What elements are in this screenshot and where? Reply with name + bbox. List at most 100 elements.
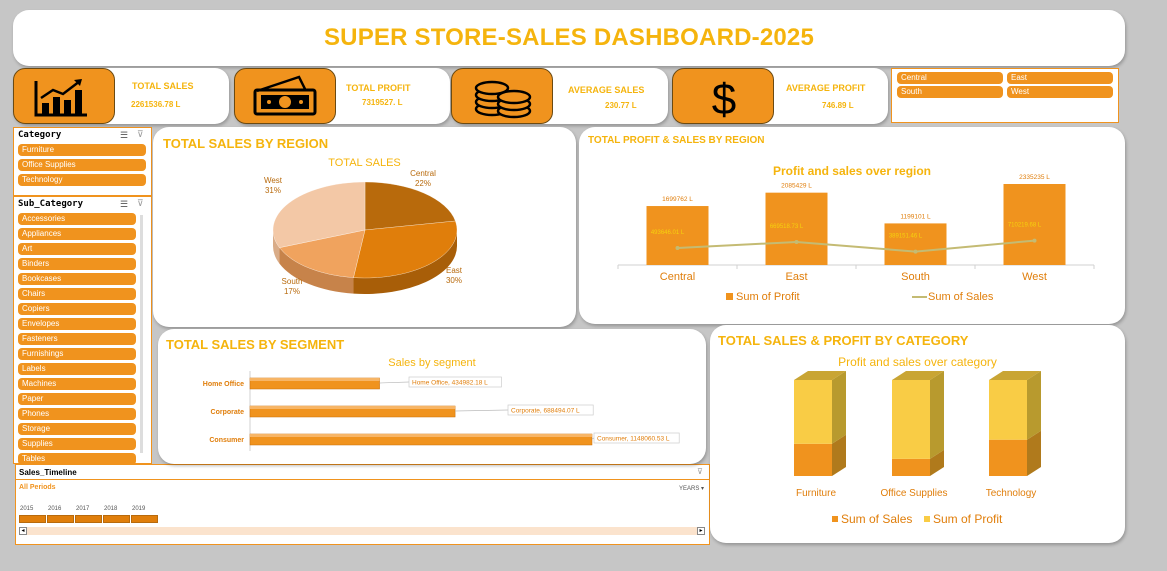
region-bar-chart: 1699762 L Central 2085429 L East 1199101 L So… [617,174,1095,303]
svg-text:$: $ [712,75,736,124]
kpi-total-sales: TOTAL SALES 2261536.78 L [13,68,229,124]
timeline-year-bar[interactable] [47,515,74,523]
slicer-header: Category [18,130,62,140]
subcategory-option[interactable]: Phones [18,408,136,420]
timeline-year-bar[interactable] [103,515,130,523]
subcategory-option[interactable]: Machines [18,378,136,390]
segment-bar-highlight [250,378,380,381]
profit-bar [884,223,947,265]
region-option-central[interactable]: Central [897,72,1003,84]
subcategory-option[interactable]: Storage [18,423,136,435]
column-profit [892,380,930,459]
scroll-left-icon[interactable]: ◂ [19,527,27,535]
kpi-label: AVERAGE SALES [568,85,645,95]
region-pie-panel: TOTAL SALES BY REGION TOTAL SALES Centra… [153,127,576,327]
subcategory-option[interactable]: Paper [18,393,136,405]
subcategory-option[interactable]: Supplies [18,438,136,450]
subcategory-option[interactable]: Tables [18,453,136,463]
subcategory-option[interactable]: Fasteners [18,333,136,345]
legend-label-sales: Sum of Sales [928,291,994,303]
timeline-year-label: 2017 [76,506,90,512]
subcategory-option[interactable]: Chairs [18,288,136,300]
timeline-year-bar[interactable] [131,515,158,523]
y-tick-label: Corporate [211,409,245,416]
subcategory-option[interactable]: Furnishings [18,348,136,360]
category-column-chart: Furniture Office Supplies Technology Sum of… [794,371,1041,526]
multi-select-icon[interactable]: ☰ [120,130,128,141]
dollar-icon: $ [672,68,774,124]
legend-swatch-profit [726,293,733,300]
column-side-profit [930,371,944,459]
multi-select-icon[interactable]: ☰ [120,199,128,210]
bar-data-label: 2335235 L [1019,174,1050,181]
pie-label-name: West [264,176,283,185]
category-option[interactable]: Technology [18,174,146,186]
clear-filter-icon[interactable]: ⊽ [137,129,144,140]
data-label: Consumer, 1148060.53 L [597,436,670,443]
scroll-right-icon[interactable]: ▸ [697,527,705,535]
line-data-label: 493646.01 L [651,230,685,236]
slicer-scrollbar[interactable] [140,215,143,453]
cash-icon [234,68,336,124]
subcategory-option[interactable]: Art [18,243,136,255]
timeline-scrollbar[interactable] [19,527,705,535]
column-sales [989,439,1027,476]
slicer-header: Sub_Category [18,199,84,209]
x-tick-label: East [785,271,807,283]
subcategory-option[interactable]: Accessories [18,213,136,225]
timeline-periods-label: All Periods [19,484,56,491]
region-option-south[interactable]: South [897,86,1003,98]
timeline-year-label: 2019 [132,506,146,512]
kpi-label: AVERAGE PROFIT [786,83,866,93]
column-profit [794,380,832,444]
subcategory-option[interactable]: Bookcases [18,273,136,285]
subcategory-option[interactable]: Appliances [18,228,136,240]
timeline-year-bar[interactable] [19,515,46,523]
pie-chart: Central22% East30% South17% West31% [264,169,463,296]
region-option-east[interactable]: East [1007,72,1113,84]
bar-chart-icon [13,68,115,124]
leader-line [379,381,410,384]
timeline-unit[interactable]: YEARS ▾ [679,485,704,492]
line-data-label: 389151.46 L [889,234,923,240]
category-option[interactable]: Office Supplies [18,159,146,171]
segment-bar-highlight [250,406,456,409]
bar-data-label: 1699762 L [662,196,693,203]
leader-line [455,409,509,412]
region-bar-panel: TOTAL PROFIT & SALES BY REGION Profit an… [579,127,1125,324]
region-slicer: Central East South West [891,68,1119,123]
title-panel: SUPER STORE-SALES DASHBOARD-2025 [13,10,1125,66]
pie-label-pct: 17% [284,287,300,296]
sales-timeline: Sales_Timeline ⊽ All Periods YEARS ▾ 201… [15,464,710,545]
sales-line [677,239,1035,253]
column-side-profit [832,371,846,444]
kpi-average-profit: $ AVERAGE PROFIT 746.89 L [672,68,888,124]
kpi-value: 746.89 L [822,101,854,110]
timeline-year-bar[interactable] [75,515,102,523]
kpi-average-sales: AVERAGE SALES 230.77 L [451,68,668,124]
region-option-west[interactable]: West [1007,86,1113,98]
pie-label-pct: 22% [415,179,431,188]
legend-swatch-sales [832,516,838,522]
pie-label-pct: 30% [446,276,462,285]
y-tick-label: Consumer [209,437,244,444]
column-sales [892,458,930,476]
x-tick-label: Office Supplies [880,488,947,499]
pie-label-name: East [446,266,463,275]
sales-point [675,246,680,251]
clear-filter-icon[interactable]: ⊽ [697,467,703,476]
x-tick-label: West [1022,271,1047,283]
dashboard-title: SUPER STORE-SALES DASHBOARD-2025 [323,24,815,51]
sales-point [794,239,799,244]
subcategory-option[interactable]: Binders [18,258,136,270]
legend-label-profit: Sum of Profit [933,512,1003,526]
subcategory-option[interactable]: Labels [18,363,136,375]
subcategory-option[interactable]: Envelopes [18,318,136,330]
kpi-label: TOTAL PROFIT [346,83,411,93]
category-slicer: Category ☰ ⊽ Furniture Office Supplies T… [13,127,152,196]
subcategory-option[interactable]: Copiers [18,303,136,315]
clear-filter-icon[interactable]: ⊽ [137,198,144,209]
subcategory-slicer: Sub_Category ☰ ⊽ Accessories Appliances Ar… [13,196,152,464]
x-tick-label: South [901,271,930,283]
category-option[interactable]: Furniture [18,144,146,156]
